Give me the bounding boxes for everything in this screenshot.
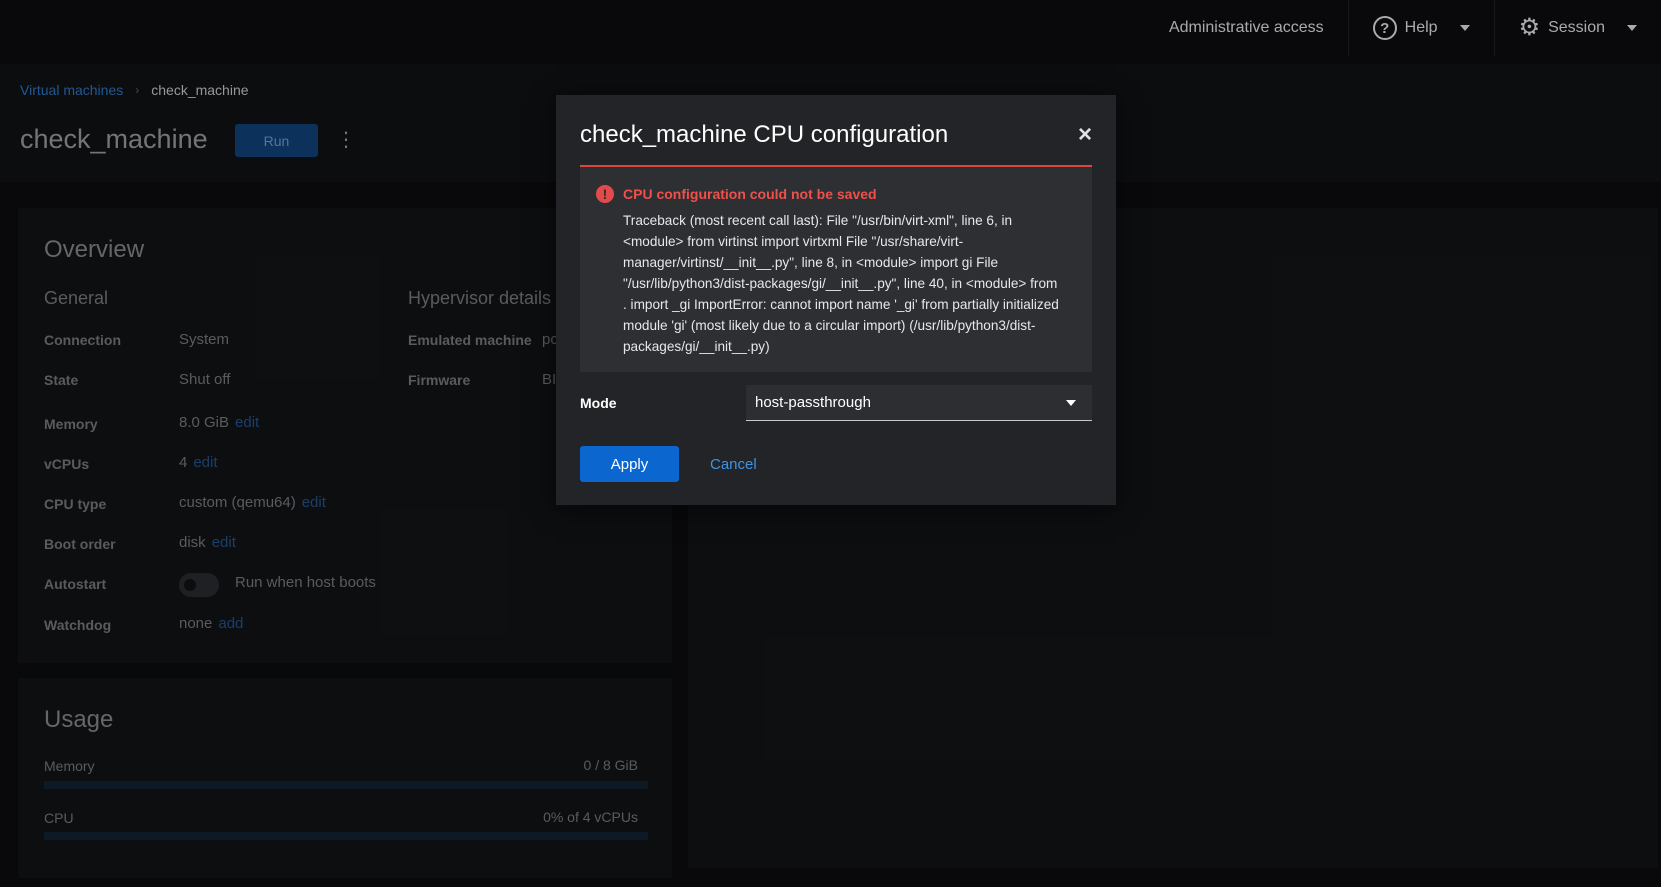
alert-title: CPU configuration could not be saved bbox=[623, 186, 877, 202]
cpu-configuration-dialog: check_machine CPU configuration × ! CPU … bbox=[556, 95, 1116, 505]
alert-traceback: Traceback (most recent call last): File … bbox=[623, 213, 1059, 354]
error-alert: ! CPU configuration could not be saved T… bbox=[580, 165, 1092, 372]
mode-label: Mode bbox=[580, 395, 617, 411]
cancel-button[interactable]: Cancel bbox=[710, 446, 757, 482]
close-icon[interactable]: × bbox=[1078, 123, 1092, 147]
dialog-title: check_machine CPU configuration bbox=[580, 121, 949, 148]
chevron-down-icon bbox=[1066, 400, 1076, 406]
mode-selected-value: host-passthrough bbox=[755, 394, 871, 411]
exclamation-circle-icon: ! bbox=[596, 185, 614, 203]
apply-button[interactable]: Apply bbox=[580, 446, 679, 482]
mode-select[interactable]: host-passthrough bbox=[746, 385, 1092, 421]
